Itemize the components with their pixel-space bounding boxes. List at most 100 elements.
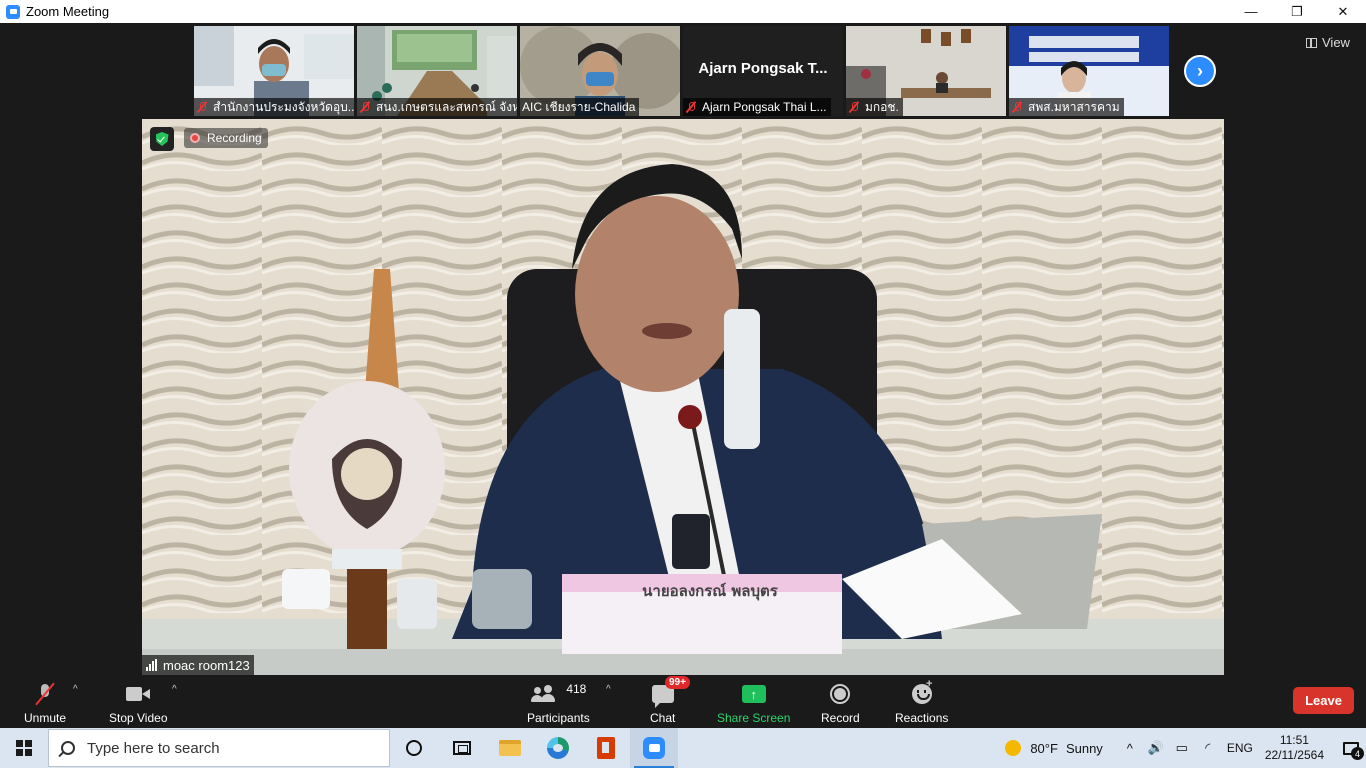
share-screen-button[interactable]: ↑ Share Screen (717, 681, 790, 725)
clock-date: 22/11/2564 (1264, 748, 1324, 762)
zoom-app-icon (6, 4, 20, 19)
gallery-view-icon (1306, 37, 1317, 48)
office-app[interactable] (582, 728, 630, 768)
participant-tile[interactable]: Ajarn Pongsak T... Ajarn Pongsak Thai L.… (683, 26, 843, 116)
participant-tile[interactable]: AIC เชียงราย-Chalida (520, 26, 680, 116)
participant-display-name: Ajarn Pongsak T... (698, 60, 828, 77)
video-options-caret[interactable]: ^ (172, 684, 177, 695)
action-center-button[interactable]: 4 (1336, 728, 1366, 768)
record-icon (830, 684, 851, 704)
participant-name: Ajarn Pongsak Thai L... (702, 100, 827, 114)
chevron-right-icon: › (1197, 60, 1203, 81)
sunny-weather-icon (1005, 740, 1022, 756)
window-title: Zoom Meeting (26, 4, 110, 19)
meeting-toolbar: Unmute ^ Stop Video ^ 418 Participants ^… (0, 676, 1366, 728)
participants-icon (530, 685, 560, 703)
unmute-label: Unmute (24, 711, 67, 725)
mic-muted-icon (35, 682, 55, 706)
chat-label: Chat (650, 711, 676, 725)
file-explorer-app[interactable] (486, 728, 534, 768)
participant-nameplate: AIC เชียงราย-Chalida (520, 98, 640, 116)
reactions-label: Reactions (895, 711, 949, 725)
title-bar: Zoom Meeting — ❐ ✕ (0, 0, 1366, 23)
cortana-icon (406, 740, 422, 756)
edge-icon (547, 737, 569, 759)
taskbar-clock[interactable]: 11:51 22/11/2564 (1265, 733, 1324, 763)
folder-icon (499, 740, 521, 756)
mic-muted-icon (685, 101, 697, 113)
view-label: View (1322, 35, 1350, 50)
record-button[interactable]: Record (821, 681, 860, 725)
participant-name: สพส.มหาสารคาม (1028, 99, 1120, 114)
participant-nameplate: สพส.มหาสารคาม (1009, 98, 1124, 116)
recording-indicator[interactable]: Recording (184, 128, 268, 148)
view-button[interactable]: View (1306, 35, 1350, 50)
mic-muted-icon (848, 101, 860, 113)
recording-dot-icon (190, 133, 200, 143)
participant-name: สนง.เกษตรและสหกรณ์ จังหวั... (376, 99, 517, 114)
participant-tile[interactable]: สพส.มหาสารคาม (1009, 26, 1169, 116)
gallery-strip: สำนักงานประมงจังหวัดอุบ... สนง.เกษตรและส… (194, 26, 1169, 116)
office-icon (597, 737, 615, 759)
taskbar-search-box[interactable]: Type here to search (48, 729, 390, 767)
participant-name: AIC เชียงราย-Chalida (522, 99, 636, 114)
stop-video-label: Stop Video (109, 711, 168, 725)
share-screen-label: Share Screen (717, 711, 791, 725)
zoom-taskbar-app[interactable] (630, 728, 678, 768)
battery-icon[interactable]: ▭ (1171, 740, 1193, 756)
search-icon (61, 741, 75, 755)
tray-overflow-chevron-icon[interactable]: ^ (1119, 741, 1141, 756)
stop-video-button[interactable]: Stop Video (109, 681, 168, 725)
participants-options-caret[interactable]: ^ (606, 684, 611, 695)
clock-time: 11:51 (1279, 733, 1309, 747)
mic-muted-icon (1011, 101, 1023, 113)
participants-label: Participants (527, 711, 590, 725)
weather-temp[interactable]: 80°F (1030, 741, 1058, 756)
next-page-button[interactable]: › (1184, 55, 1216, 87)
participant-tile[interactable]: สำนักงานประมงจังหวัดอุบ... (194, 26, 354, 116)
participant-tile[interactable]: สนง.เกษตรและสหกรณ์ จังหวั... (357, 26, 517, 116)
task-view-icon (453, 741, 471, 755)
audio-options-caret[interactable]: ^ (73, 684, 78, 695)
active-speaker-video[interactable]: นายอลงกรณ์ พลบุตร Recording moac room123 (142, 119, 1224, 675)
task-view-button[interactable] (438, 728, 486, 768)
reactions-button[interactable]: Reactions (895, 681, 948, 725)
search-placeholder: Type here to search (87, 739, 220, 757)
recording-label: Recording (207, 131, 262, 145)
active-speaker-name: moac room123 (163, 657, 250, 673)
participants-button[interactable]: 418 Participants (527, 681, 590, 725)
speaker-nameplate-text: นายอลงกรณ์ พลบุตร (642, 582, 778, 600)
participant-nameplate: Ajarn Pongsak Thai L... (683, 98, 831, 116)
chat-unread-badge: 99+ (665, 676, 690, 689)
weather-desc[interactable]: Sunny (1066, 741, 1103, 756)
start-button[interactable] (0, 728, 48, 768)
record-label: Record (821, 711, 860, 725)
minimize-button[interactable]: — (1228, 0, 1274, 23)
encryption-shield[interactable] (150, 127, 174, 151)
zoom-icon (643, 737, 665, 759)
unmute-button[interactable]: Unmute (24, 681, 66, 725)
volume-icon[interactable]: 🔊 (1145, 740, 1167, 756)
windows-taskbar: Type here to search 80°F Sunny ^ 🔊 ▭ ◜ E… (0, 728, 1366, 768)
mic-muted-icon (196, 101, 208, 113)
edge-app[interactable] (534, 728, 582, 768)
meeting-area: สำนักงานประมงจังหวัดอุบ... สนง.เกษตรและส… (0, 23, 1366, 728)
cortana-button[interactable] (390, 728, 438, 768)
restore-button[interactable]: ❐ (1274, 0, 1320, 23)
system-tray: 80°F Sunny ^ 🔊 ▭ ◜ ENG 11:51 22/11/2564 … (1005, 728, 1366, 768)
shield-check-icon (155, 132, 169, 146)
close-button[interactable]: ✕ (1320, 0, 1366, 23)
participant-name: สำนักงานประมงจังหวัดอุบ... (213, 99, 354, 114)
reactions-plus-icon: + (926, 678, 933, 690)
participant-nameplate: สำนักงานประมงจังหวัดอุบ... (194, 98, 354, 116)
participant-tile[interactable]: มกอช. (846, 26, 1006, 116)
wifi-icon[interactable]: ◜ (1197, 740, 1219, 756)
notifications-count: 4 (1351, 747, 1364, 760)
mic-muted-icon (359, 101, 371, 113)
video-camera-icon (126, 687, 151, 701)
signal-strength-icon (146, 659, 157, 671)
input-language[interactable]: ENG (1227, 741, 1253, 755)
leave-button[interactable]: Leave (1293, 687, 1354, 714)
participant-nameplate: มกอช. (846, 98, 903, 116)
share-screen-icon: ↑ (741, 685, 766, 703)
